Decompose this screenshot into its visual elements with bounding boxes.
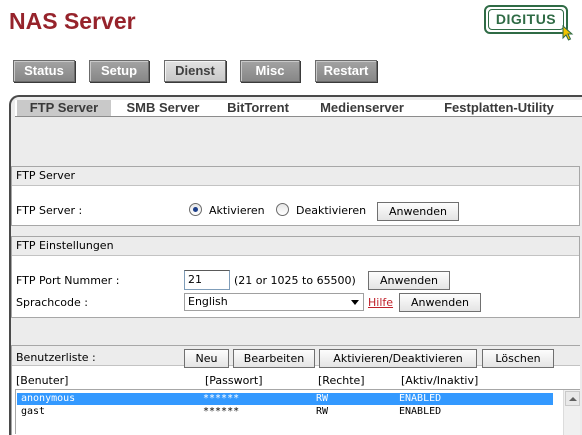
lang-code-select[interactable]: English xyxy=(184,293,364,311)
scroll-up-icon[interactable] xyxy=(565,391,580,406)
ftp-settings-header: FTP Einstellungen xyxy=(12,237,579,256)
column-header-status: [Aktiv/Inaktiv] xyxy=(401,374,479,387)
column-header-password: [Passwort] xyxy=(205,374,263,387)
list-scrollbar[interactable] xyxy=(563,390,580,435)
ftp-port-hint: (21 or 1025 to 65500) xyxy=(234,274,356,287)
user-status-cell: ENABLED xyxy=(399,393,442,404)
user-edit-button[interactable]: Bearbeiten xyxy=(233,349,315,368)
app-title: NAS Server xyxy=(9,8,136,34)
ftp-enable-radio[interactable] xyxy=(189,203,202,216)
user-new-button[interactable]: Neu xyxy=(184,349,229,368)
user-listbox[interactable]: anonymous ****** RW ENABLED gast ****** … xyxy=(15,389,580,435)
cursor-arrow-icon xyxy=(562,25,574,41)
table-row[interactable]: gast ****** RW ENABLED xyxy=(17,406,553,418)
nav-restart-button[interactable]: Restart xyxy=(315,60,377,82)
user-name-cell: anonymous xyxy=(21,393,76,404)
tab-medienserver[interactable]: Medienserver xyxy=(311,100,413,116)
user-password-cell: ****** xyxy=(203,393,240,404)
column-header-user: [Benuter] xyxy=(16,374,69,387)
help-link[interactable]: Hilfe xyxy=(368,296,393,309)
nav-status-button[interactable]: Status xyxy=(13,60,75,82)
ftp-port-apply-button[interactable]: Anwenden xyxy=(368,271,450,290)
lang-apply-button[interactable]: Anwenden xyxy=(399,293,481,312)
column-header-rights: [Rechte] xyxy=(318,374,365,387)
tab-festplatten-utility[interactable]: Festplatten-Utility xyxy=(433,100,565,116)
user-delete-button[interactable]: Löschen xyxy=(482,349,554,368)
ftp-server-apply-button[interactable]: Anwenden xyxy=(377,202,459,221)
user-toggle-button[interactable]: Aktivieren/Deaktivieren xyxy=(319,349,477,368)
ftp-disable-radio[interactable] xyxy=(276,203,289,216)
ftp-port-label: FTP Port Nummer : xyxy=(16,274,120,287)
nav-dienst-button[interactable]: Dienst xyxy=(164,60,226,82)
user-password-cell: ****** xyxy=(203,406,240,417)
ftp-disable-label[interactable]: Deaktivieren xyxy=(296,204,366,217)
user-rights-cell: RW xyxy=(316,406,329,417)
tab-bar: FTP Server SMB Server BitTorrent Mediens… xyxy=(15,100,582,117)
tab-ftp-server[interactable]: FTP Server xyxy=(17,100,111,116)
logo-text: DIGITUS xyxy=(495,11,557,27)
ftp-server-panel: FTP Server FTP Server : Aktivieren Deakt… xyxy=(11,166,580,226)
chevron-down-icon xyxy=(351,300,359,305)
ftp-settings-panel: FTP Einstellungen FTP Port Nummer : 21 (… xyxy=(11,236,580,318)
tab-smb-server[interactable]: SMB Server xyxy=(119,100,207,116)
digitus-logo: DIGITUS xyxy=(484,4,578,41)
nav-misc-button[interactable]: Misc xyxy=(240,60,300,82)
lang-code-label: Sprachcode : xyxy=(16,296,88,309)
ftp-port-input[interactable]: 21 xyxy=(184,270,230,290)
user-list-label: Benutzerliste : xyxy=(16,351,96,364)
lang-code-value: English xyxy=(188,295,228,308)
tab-bittorrent[interactable]: BitTorrent xyxy=(219,100,297,116)
user-status-cell: ENABLED xyxy=(399,406,442,417)
user-rights-cell: RW xyxy=(316,393,329,404)
ftp-enable-label[interactable]: Aktivieren xyxy=(209,204,265,217)
table-row[interactable]: anonymous ****** RW ENABLED xyxy=(17,393,553,405)
user-name-cell: gast xyxy=(21,406,46,417)
nav-setup-button[interactable]: Setup xyxy=(89,60,149,82)
ftp-server-label: FTP Server : xyxy=(16,204,83,217)
ftp-server-header: FTP Server xyxy=(12,167,579,186)
